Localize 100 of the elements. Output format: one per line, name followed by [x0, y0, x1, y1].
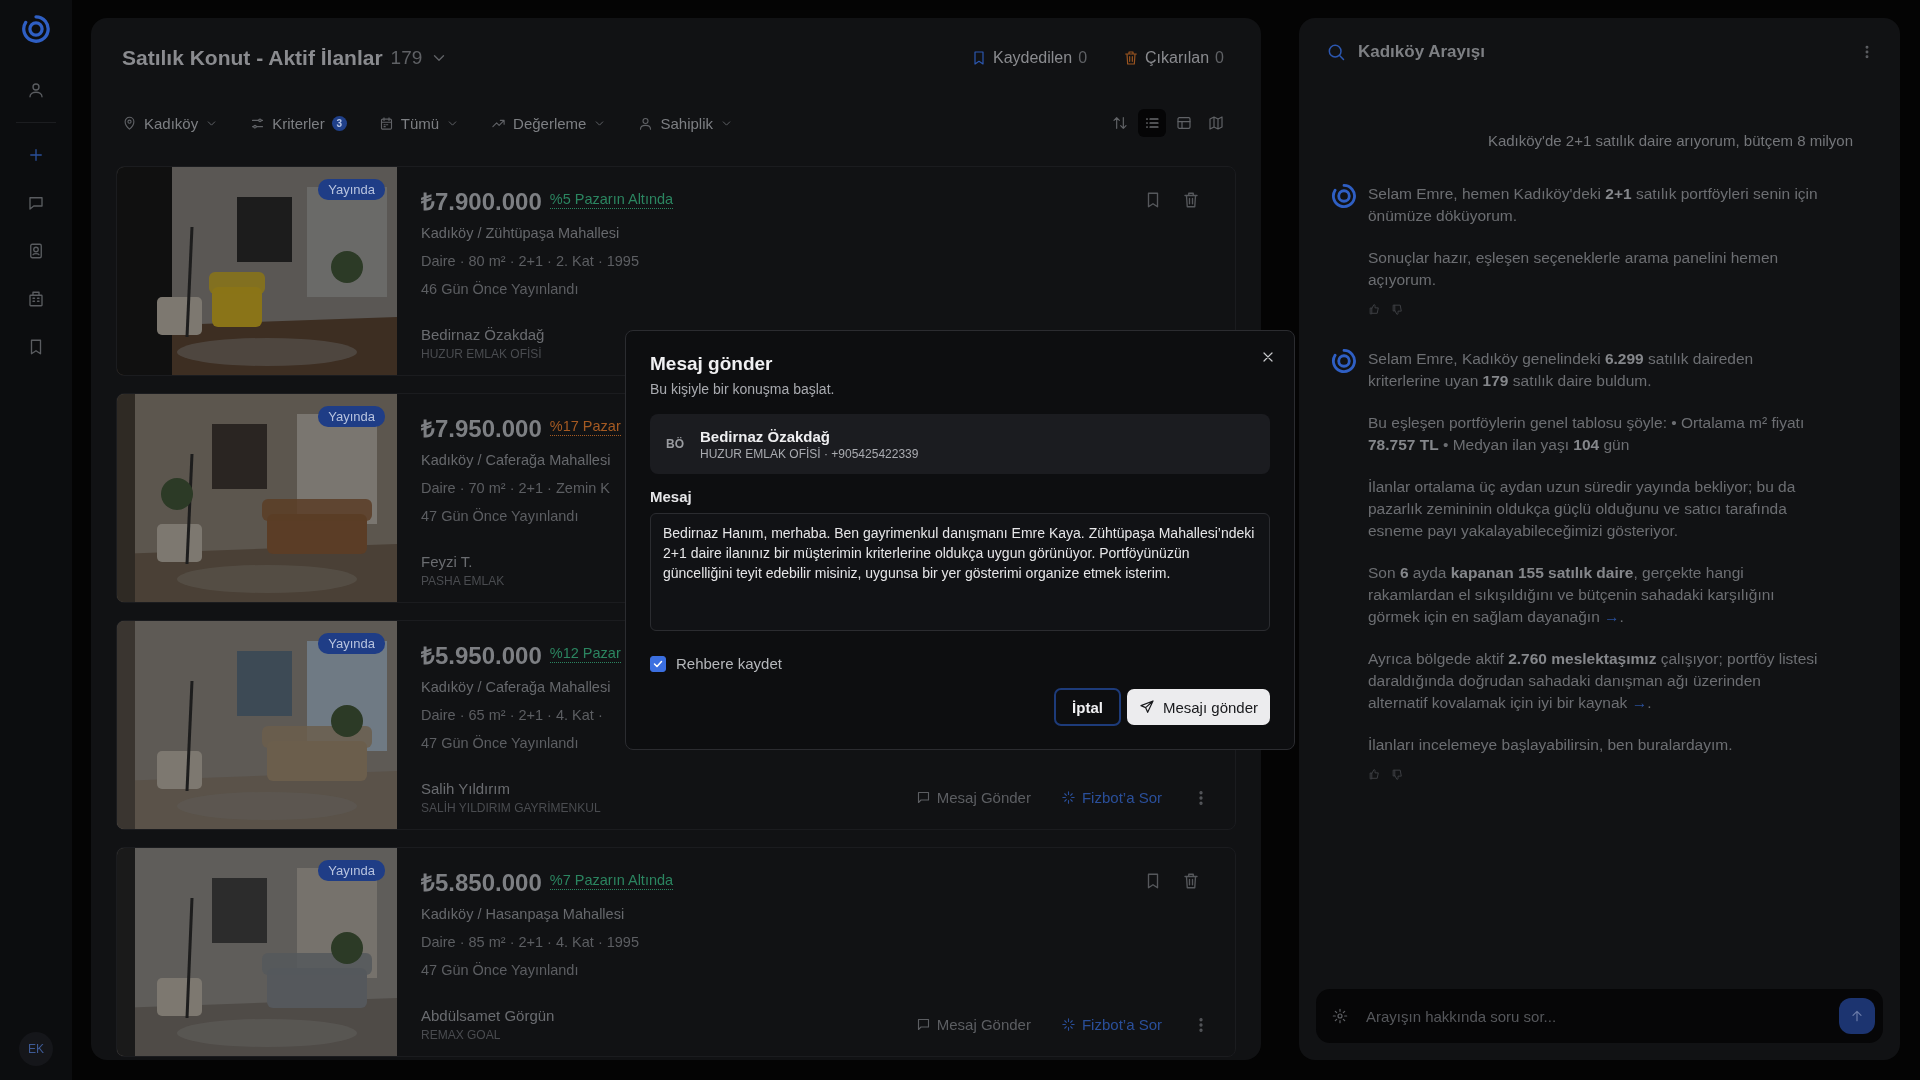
property-details: Daire · 85 m² · 2+1 · 4. Kat · 1995: [421, 933, 639, 952]
status-badge: Yayında: [318, 179, 385, 200]
message-text: Selam Emre, Kadıköy genelindeki 6.299 satılık daireden kriterlerine uyan 179 satılık daire buldum.: [1368, 349, 1755, 391]
posted-date: 47 Gün Önce Yayınlandı: [421, 507, 579, 526]
dialog-subtitle: Bu kişiyle bir konuşma başlat.: [650, 381, 836, 397]
message-field[interactable]: Bedirnaz Hanım, merhaba. Ben gayrimenkul danışmanı Emre Kaya. Zühtüpaşa Mahallesi’ndeki 2+1 daire ilanınız bir müşterimin kriterlerine oldukça uygun görünüyor. Portföyünüzün güncelliğini teyit edebilir misiniz, uygunsa bir yer gösterimi organize etmek isterim.: [650, 513, 1270, 631]
sort-icon: [1112, 115, 1128, 131]
checkbox-label: Rehbere kaydet: [676, 655, 782, 672]
logo-icon: [21, 14, 51, 44]
chat-input[interactable]: Arayışın hakkında soru sor...: [1316, 989, 1883, 1043]
agency-name: REMAX GOAL: [421, 1027, 502, 1043]
thumbs-up-icon[interactable]: [1368, 303, 1381, 316]
trash-icon[interactable]: [1182, 191, 1200, 209]
send-message-button[interactable]: Mesajı gönder: [1126, 689, 1270, 725]
table-view-icon: [1176, 115, 1192, 131]
location-text: Kadıköy / Caferağa Mahallesi: [421, 451, 611, 470]
market-tag: %5 Pazarın Altında: [549, 191, 674, 209]
user-avatar[interactable]: EK: [19, 1032, 53, 1066]
agency-name: HUZUR EMLAK OFİSİ: [421, 346, 543, 362]
contact-initials: BÖ: [666, 437, 684, 451]
chat-icon[interactable]: [27, 194, 45, 212]
agent-name: Feyzi T.: [421, 552, 474, 572]
thumbs-down-icon[interactable]: [1391, 303, 1404, 316]
price: ₺5.850.000: [421, 867, 542, 898]
filter-dropdown[interactable]: Tümü: [378, 114, 460, 132]
posted-date: 47 Gün Önce Yayınlandı: [421, 734, 579, 753]
agency-name: PASHA EMLAK: [421, 573, 505, 589]
ask-assistant-link[interactable]: Fizbot’a Sor: [1060, 1016, 1162, 1033]
arrow-link[interactable]: →: [1631, 694, 1648, 711]
question-field[interactable]: Arayışın hakkında soru sor...: [1364, 1006, 1823, 1026]
user-message: Kadıköy'de 2+1 satılık daire arıyorum, bütçem 8 milyon: [1486, 132, 1853, 149]
dialog-title: Mesaj gönder: [650, 353, 774, 375]
price: ₺5.950.000: [421, 640, 542, 671]
location-text: Kadıköy / Caferağa Mahallesi: [421, 678, 611, 697]
map-view-icon: [1208, 115, 1224, 131]
status-badge: Yayında: [318, 406, 385, 427]
logo-icon: [1331, 183, 1357, 209]
property-details: Daire · 70 m² · 2+1 · Zemin K: [421, 479, 610, 498]
agency-name: SALİH YILDIRIM GAYRİMENKUL: [421, 800, 601, 816]
posted-date: 47 Gün Önce Yayınlandı: [421, 961, 579, 980]
send-icon: [1138, 699, 1155, 715]
arrow-link[interactable]: →: [1604, 608, 1620, 625]
message-button[interactable]: Mesaj Gönder: [915, 1016, 1031, 1033]
removed-count: 0: [1215, 49, 1224, 67]
location-text: Kadıköy / Hasanpaşa Mahallesi: [421, 905, 625, 924]
profile-icon[interactable]: [27, 81, 45, 99]
send-button[interactable]: [1839, 998, 1875, 1034]
checkbox[interactable]: [650, 655, 666, 672]
field-label: Mesaj: [650, 488, 693, 505]
agent-name: Bedirnaz Özakdağ: [421, 325, 545, 345]
message-button[interactable]: Mesaj Gönder: [915, 789, 1031, 806]
calendar-icon: [378, 115, 394, 131]
filter-dropdown[interactable]: Kadıköy: [122, 114, 219, 132]
message-text: İlanlar ortalama üç aydan uzun süredir yayında bekliyor; bu da pazarlık zemininin oldukça güçlü olduğunu ve satıcı tarafında esneme payı yakalayabileceğimizi gösteriyor.: [1368, 477, 1797, 541]
saved-count: 0: [1078, 49, 1088, 67]
market-tag: %7 Pazarın Altında: [549, 872, 674, 890]
chat-title: Kadıköy Arayışı: [1358, 42, 1485, 62]
view-toggle[interactable]: [1138, 109, 1166, 137]
settings-icon[interactable]: [1332, 1008, 1348, 1024]
thumbs-down-icon[interactable]: [1391, 768, 1404, 781]
bookmark-icon: [971, 50, 987, 66]
message-text: Ayrıca bölgede aktif 2.760 meslektaşımız çalışıyor; portföy listesi daraldığında doğrudan sahadaki danışman ağı üzerinden alternatif kovalamak için iyi bir kaynak →.: [1368, 649, 1819, 713]
sparkle-icon: [1060, 790, 1076, 805]
trash-icon[interactable]: [1182, 872, 1200, 890]
chat-bubble-icon: [915, 790, 931, 805]
message-text: Sonuçlar hazır, eşleşen seçeneklerle arama panelini hemen açıyorum.: [1368, 248, 1780, 290]
building-icon[interactable]: [27, 290, 45, 308]
message-text: Son 6 ayda kapanan 155 satılık daire, gerçekte hangi rakamlardan el sıkışıldığını ve bütçenin sahadaki karşılığını görmek için en sağlam dayanağın →.: [1368, 563, 1776, 627]
message-text: Selam Emre, hemen Kadıköy'deki 2+1 satılık portföyleri senin için önümüze döküyorum.: [1368, 184, 1819, 226]
cancel-button[interactable]: İptal: [1054, 688, 1121, 726]
contact-card-icon[interactable]: [27, 242, 45, 260]
price: ₺7.950.000: [421, 413, 542, 444]
posted-date: 46 Gün Önce Yayınlandı: [421, 280, 579, 299]
location-text: Kadıköy / Zühtüpaşa Mahallesi: [421, 224, 620, 243]
message-text: İlanları incelemeye başlayabilirsin, ben buralardayım.: [1368, 735, 1734, 755]
contact-name: Bedirnaz Özakdağ: [700, 427, 832, 445]
logo-icon: [1331, 348, 1357, 374]
market-tag: %12 Pazar: [549, 645, 621, 663]
message-text: Bu eşleşen portföylerin genel tablosu şöyle: • Ortalama m² fiyatı 78.757 TL • Medyan ilan yaşı 104 gün: [1368, 413, 1806, 455]
plus-icon[interactable]: [27, 146, 45, 164]
status-badge: Yayında: [318, 860, 385, 881]
thumbs-up-icon[interactable]: [1368, 768, 1381, 781]
sparkle-icon: [1060, 1017, 1076, 1032]
filter-dropdown[interactable]: Kriterler 3: [250, 114, 347, 132]
agent-name: Abdülsamet Görgün: [421, 1006, 555, 1026]
trash-icon: [1123, 50, 1140, 66]
market-tag: %17 Pazar: [549, 418, 621, 436]
filter-dropdown[interactable]: Değerleme: [491, 114, 607, 132]
arrow-up-icon: [1849, 1008, 1865, 1024]
result-count: 179: [390, 47, 423, 69]
list-view-icon: [1144, 115, 1160, 131]
saved-button[interactable]: Kaydedilen 0: [971, 49, 1088, 67]
ask-assistant-link[interactable]: Fizbot’a Sor: [1060, 789, 1162, 806]
removed-button[interactable]: Çıkarılan 0: [1123, 49, 1224, 67]
page-title: Satılık Konut - Aktif İlanlar: [122, 46, 383, 70]
count-badge: 3: [331, 115, 347, 131]
filter-dropdown[interactable]: Sahiplik: [638, 114, 733, 132]
property-details: Daire · 80 m² · 2+1 · 2. Kat · 1995: [421, 252, 639, 271]
agent-name: Salih Yıldırım: [421, 779, 511, 799]
search-icon: [1326, 42, 1346, 62]
